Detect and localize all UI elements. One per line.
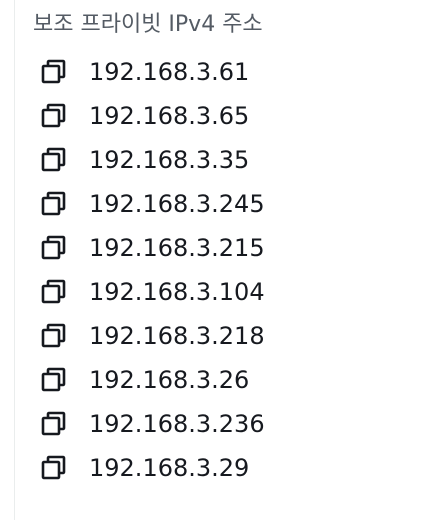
ip-address-text: 192.168.3.245	[89, 190, 265, 218]
ip-address-item: 192.168.3.245	[41, 182, 265, 226]
copy-icon[interactable]	[41, 94, 77, 138]
copy-icon[interactable]	[41, 314, 77, 358]
copy-icon[interactable]	[41, 226, 77, 270]
ip-address-text: 192.168.3.215	[89, 234, 265, 262]
ip-address-item: 192.168.3.104	[41, 270, 265, 314]
ip-address-text: 192.168.3.218	[89, 322, 265, 350]
secondary-ipv4-panel: 보조 프라이빗 IPv4 주소 192.168.3.61 192.168.3.6…	[14, 0, 424, 520]
ip-address-text: 192.168.3.61	[89, 58, 250, 86]
copy-icon[interactable]	[41, 402, 77, 446]
ip-address-list: 192.168.3.61 192.168.3.65 192.168.3.35 1…	[41, 50, 265, 490]
copy-icon[interactable]	[41, 270, 77, 314]
copy-icon[interactable]	[41, 446, 77, 490]
ip-address-item: 192.168.3.65	[41, 94, 265, 138]
ip-address-text: 192.168.3.26	[89, 366, 250, 394]
ip-address-item: 192.168.3.29	[41, 446, 265, 490]
ip-address-item: 192.168.3.35	[41, 138, 265, 182]
ip-address-item: 192.168.3.26	[41, 358, 265, 402]
copy-icon[interactable]	[41, 182, 77, 226]
copy-icon[interactable]	[41, 50, 77, 94]
ip-address-text: 192.168.3.29	[89, 454, 250, 482]
ip-address-text: 192.168.3.236	[89, 410, 265, 438]
ip-address-item: 192.168.3.61	[41, 50, 265, 94]
ip-address-text: 192.168.3.65	[89, 102, 250, 130]
section-heading: 보조 프라이빗 IPv4 주소	[33, 12, 263, 37]
copy-icon[interactable]	[41, 358, 77, 402]
ip-address-text: 192.168.3.104	[89, 278, 265, 306]
ip-address-text: 192.168.3.35	[89, 146, 250, 174]
ip-address-item: 192.168.3.236	[41, 402, 265, 446]
copy-icon[interactable]	[41, 138, 77, 182]
ip-address-item: 192.168.3.215	[41, 226, 265, 270]
ip-address-item: 192.168.3.218	[41, 314, 265, 358]
